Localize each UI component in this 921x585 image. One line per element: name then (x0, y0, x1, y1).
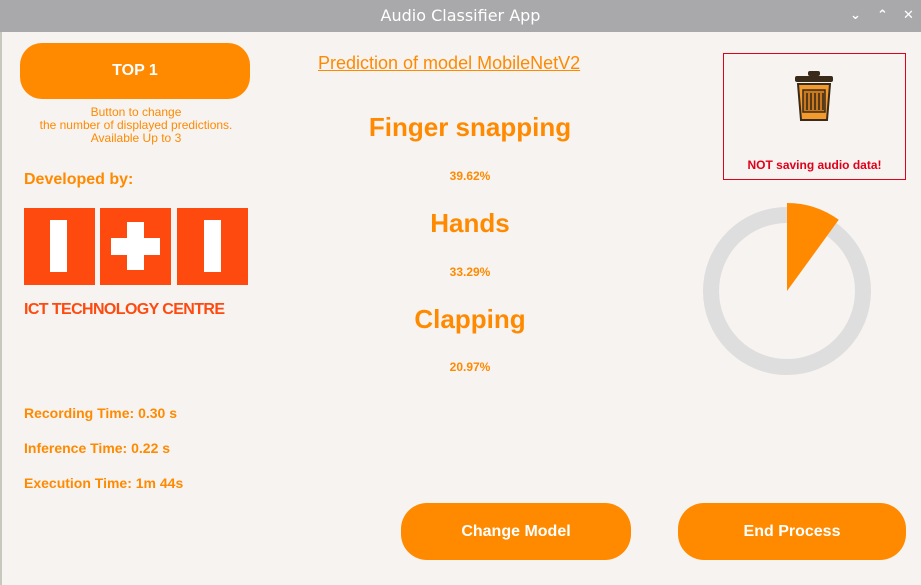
maximize-button[interactable]: ⌃ (877, 0, 888, 32)
prediction-label-1: Finger snapping (368, 112, 572, 142)
prediction-percent-3: 20.97% (449, 360, 491, 374)
saving-status-text: NOT saving audio data! (747, 158, 882, 172)
title-bar: Audio Classifier App ⌄ ⌃ ✕ (0, 0, 921, 32)
prediction-percent-1: 39.62% (449, 169, 491, 183)
ict-logo (24, 208, 248, 285)
window-title: Audio Classifier App (380, 6, 541, 25)
logo-bar-left (50, 220, 67, 272)
logo-cross-horizontal (111, 238, 160, 255)
logo-text: ICT TECHNOLOGY CENTRE (24, 301, 225, 318)
window-border (0, 32, 2, 585)
prediction-title: Prediction of model MobileNetV2 (318, 53, 581, 73)
hint-line: Available Up to 3 (90, 131, 182, 145)
close-button[interactable]: ✕ (903, 0, 914, 32)
gauge-fill (787, 203, 839, 291)
end-process-button[interactable]: End Process (678, 503, 906, 560)
top-predictions-button[interactable]: TOP 1 (20, 43, 250, 99)
prediction-label-3: Clapping (414, 304, 526, 334)
prediction-label-2: Hands (430, 208, 510, 238)
audio-saving-toggle[interactable]: NOT saving audio data! (723, 53, 906, 180)
execution-time: Execution Time: 1m 44s (24, 475, 184, 491)
recording-time: Recording Time: 0.30 s (24, 405, 178, 421)
top-button-hint: Button to change the number of displayed… (5, 106, 267, 145)
developed-by-label: Developed by: (24, 171, 134, 188)
progress-gauge (703, 203, 871, 375)
logo-bar-right (204, 220, 221, 272)
prediction-percent-2: 33.29% (449, 265, 491, 279)
trash-icon (795, 71, 833, 121)
change-model-button[interactable]: Change Model (401, 503, 631, 560)
inference-time: Inference Time: 0.22 s (24, 440, 171, 456)
minimize-button[interactable]: ⌄ (850, 0, 861, 32)
